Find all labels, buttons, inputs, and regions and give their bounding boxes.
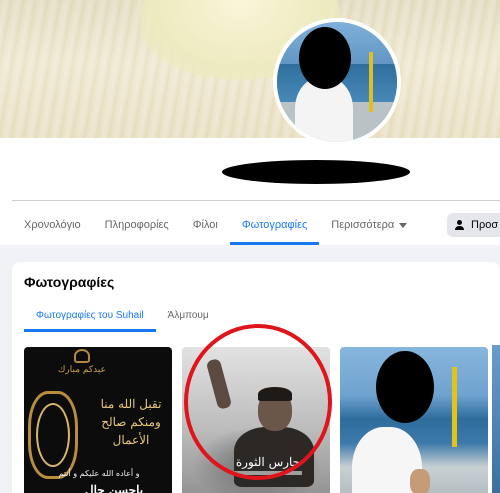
lantern-icon <box>74 349 90 363</box>
caret-down-icon <box>399 223 408 228</box>
redaction-mark <box>376 351 434 423</box>
subtab-albums[interactable]: Άλμπουμ <box>156 298 221 332</box>
photos-title: Φωτογραφίες <box>24 274 115 290</box>
tab-about[interactable]: Πληροφορίες <box>93 206 181 244</box>
profile-header: Χρονολόγιο Πληροφορίες Φίλοι Φωτογραφίες… <box>0 0 500 245</box>
photo-thumbnail-eid[interactable]: عيدكم مبارك تقبل الله منا ومنكم صالح الأ… <box>24 347 172 493</box>
profile-avatar[interactable] <box>273 18 401 146</box>
add-friend-button[interactable]: Προσ <box>447 213 500 237</box>
photo-thumbnail-harbor[interactable] <box>340 347 488 493</box>
divider <box>12 200 500 201</box>
cover-photo[interactable] <box>0 0 500 138</box>
tab-more[interactable]: Περισσότερα <box>319 206 419 244</box>
tab-photos[interactable]: Φωτογραφίες <box>229 206 320 245</box>
subtab-user-photos[interactable]: Φωτογραφίες του Suhail <box>24 298 156 332</box>
tab-friends[interactable]: Φίλοι <box>181 206 230 244</box>
highlight-circle <box>184 324 332 480</box>
profile-name-redacted <box>222 160 410 184</box>
avatar-image <box>277 22 397 142</box>
photos-subtabs: Φωτογραφίες του Suhail Άλμπουμ <box>24 298 221 332</box>
facebook-profile-page: Χρονολόγιο Πληροφορίες Φίλοι Φωτογραφίες… <box>0 0 500 493</box>
redaction-mark <box>299 27 351 89</box>
tab-timeline[interactable]: Χρονολόγιο <box>12 206 93 244</box>
next-photo-edge[interactable] <box>492 345 500 493</box>
profile-tabs: Χρονολόγιο Πληροφορίες Φίλοι Φωτογραφίες… <box>12 206 419 245</box>
person-add-icon <box>455 220 465 230</box>
